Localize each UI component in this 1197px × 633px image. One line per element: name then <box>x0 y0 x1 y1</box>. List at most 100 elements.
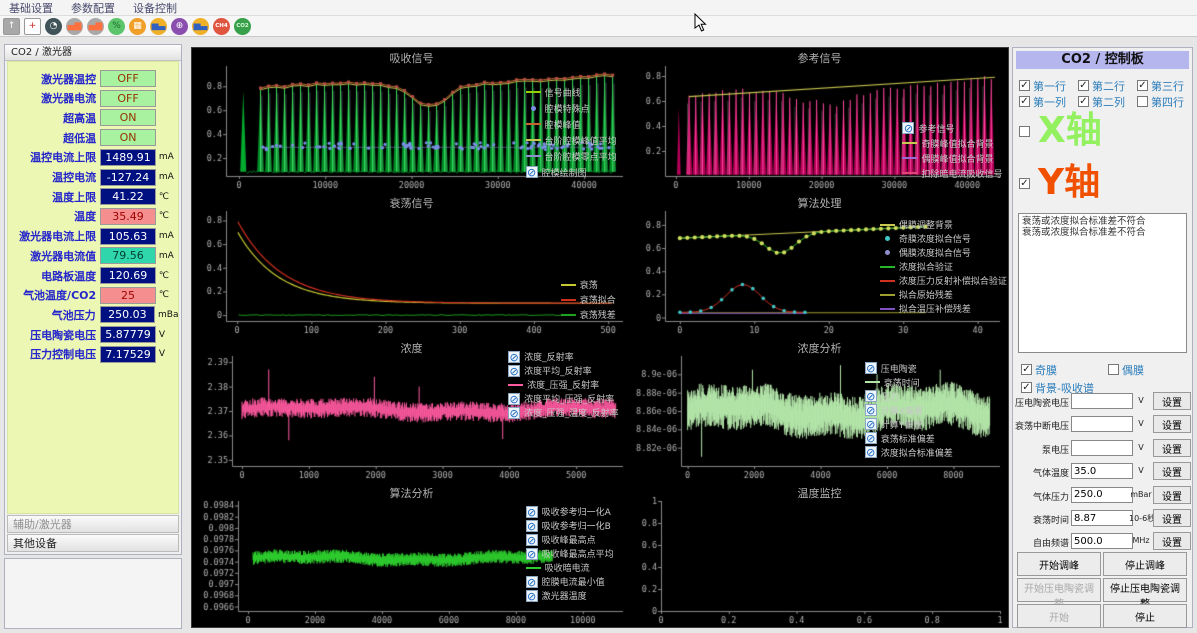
legend-item-conc-analysis-2[interactable]: ⊘压力 <box>865 389 953 403</box>
checkbox-5[interactable] <box>1137 96 1148 107</box>
legend-item-conc-analysis-0[interactable]: ⊘压电陶瓷 <box>865 361 953 375</box>
legend-checkbox-icon[interactable]: ⊘ <box>526 576 538 588</box>
accordion-0[interactable]: 辅助/激光器 <box>7 515 179 533</box>
legend-item-conc-analysis-5[interactable]: ⊘衰荡标准偏差 <box>865 431 953 445</box>
legend-item-algo-analysis-3[interactable]: ⊘吸收峰最高点平均 <box>526 547 614 561</box>
gauge-icon[interactable]: ◔ <box>45 18 62 35</box>
legend-item-algo-process-0[interactable]: 偶膜调整背景 <box>880 218 1007 232</box>
legend-checkbox-icon[interactable]: ⊘ <box>526 590 538 602</box>
legend-checkbox-icon[interactable]: ⊘ <box>526 548 538 560</box>
setting-input-3[interactable] <box>1071 463 1133 479</box>
legend-item-conc-analysis-1[interactable]: 衰荡时间 <box>865 375 953 389</box>
legend-item-concentration-4[interactable]: ⊘浓度_压强_温度_反射率 <box>508 406 619 420</box>
setting-set-button-1[interactable]: 设置 <box>1153 415 1191 433</box>
legend-item-ringdown-2[interactable]: 衰荡残差 <box>561 307 616 322</box>
legend-item-concentration-0[interactable]: ⊘浓度_反射率 <box>508 350 619 364</box>
setting-set-button-0[interactable]: 设置 <box>1153 392 1191 410</box>
legend-checkbox-icon[interactable]: ⊘ <box>526 506 538 518</box>
menu-item-param-config[interactable]: 参数配置 <box>62 0 124 16</box>
legend-item-algo-process-6[interactable]: 拟合温压补偿残差 <box>880 302 1007 316</box>
legend-item-absorption-4[interactable]: 台阶腔模零点平均 <box>526 148 617 164</box>
setting-input-5[interactable] <box>1071 510 1133 526</box>
legend-item-absorption-3[interactable]: 台阶腔模峰值平均 <box>526 132 617 148</box>
cursor-line-icon[interactable]: + <box>24 18 41 35</box>
setting-input-1[interactable] <box>1071 416 1133 432</box>
legend-item-conc-analysis-6[interactable]: ⊘浓度拟合标准偏差 <box>865 445 953 459</box>
action-button-3[interactable]: 停止压电陶瓷调整 <box>1103 578 1187 602</box>
up-arrow-icon[interactable]: ↑ <box>3 18 20 35</box>
legend-checkbox-icon[interactable]: ⊘ <box>865 390 877 402</box>
legend-checkbox-icon[interactable]: ⊘ <box>865 432 877 444</box>
legend-checkbox-icon[interactable]: ⊘ <box>508 351 520 363</box>
legend-item-algo-analysis-0[interactable]: ⊘吸收参考归一化A <box>526 505 614 519</box>
legend-item-ringdown-0[interactable]: 衰荡 <box>561 277 616 292</box>
histogram-icon[interactable]: ▅▃ <box>150 18 167 35</box>
legend-checkbox-icon[interactable]: ⊘ <box>508 407 520 419</box>
legend-item-concentration-1[interactable]: ⊘浓度平均_反射率 <box>508 364 619 378</box>
histogram2-icon[interactable]: ▅▃ <box>192 18 209 35</box>
checkbox-0[interactable]: ✓ <box>1019 80 1030 91</box>
legend-checkbox-icon[interactable]: ⊘ <box>865 404 877 416</box>
status-log-box[interactable]: 衰荡或浓度拟合标准差不符合衰荡或浓度拟合标准差不符合 <box>1018 213 1187 353</box>
setting-input-4[interactable] <box>1071 487 1133 503</box>
legend-item-reference-0[interactable]: ⊘参考信号 <box>902 121 1002 136</box>
menu-item-device-control[interactable]: 设备控制 <box>124 0 186 16</box>
setting-set-button-6[interactable]: 设置 <box>1153 532 1191 550</box>
setting-input-0[interactable] <box>1071 393 1133 409</box>
legend-item-reference-1[interactable]: 奇膜峰值拟合背景 <box>902 136 1002 151</box>
legend-item-concentration-2[interactable]: 浓度_压强_反射率 <box>508 378 619 392</box>
legend-item-algo-process-1[interactable]: 奇膜浓度拟合信号 <box>880 232 1007 246</box>
setting-set-button-5[interactable]: 设置 <box>1153 509 1191 527</box>
setting-input-2[interactable] <box>1071 440 1133 456</box>
legend-item-algo-process-4[interactable]: 浓度压力反射补偿拟合验证 <box>880 274 1007 288</box>
legend-item-absorption-2[interactable]: 腔模峰值 <box>526 116 617 132</box>
legend-item-algo-analysis-4[interactable]: 吸收暗电流 <box>526 561 614 575</box>
setting-input-6[interactable] <box>1071 533 1133 549</box>
legend-item-ringdown-1[interactable]: 衰荡拟合 <box>561 292 616 307</box>
legend-item-algo-analysis-1[interactable]: ⊘吸收参考归一化B <box>526 519 614 533</box>
legend-checkbox-icon[interactable]: ⊘ <box>865 418 877 430</box>
checkbox-1[interactable]: ✓ <box>1078 80 1089 91</box>
legend-item-absorption-0[interactable]: 信号曲线 <box>526 84 617 100</box>
legend-item-algo-analysis-6[interactable]: ⊘激光器温度 <box>526 589 614 603</box>
legend-item-conc-analysis-3[interactable]: ⊘计算X偏置 <box>865 403 953 417</box>
setting-set-button-2[interactable]: 设置 <box>1153 439 1191 457</box>
y-axis-checkbox[interactable]: ✓ <box>1019 178 1030 189</box>
action-button-1[interactable]: 停止调峰 <box>1103 552 1187 576</box>
setting-set-button-3[interactable]: 设置 <box>1153 462 1191 480</box>
action-button-5[interactable]: 停止 <box>1103 604 1187 628</box>
legend-item-algo-process-5[interactable]: 拟合原始残差 <box>880 288 1007 302</box>
legend-item-reference-3[interactable]: 扣除暗电流吸收信号 <box>902 166 1002 181</box>
legend-item-conc-analysis-4[interactable]: ⊘计算Y偏置 <box>865 417 953 431</box>
legend-checkbox-icon[interactable]: ⊘ <box>526 534 538 546</box>
legend-checkbox-icon[interactable]: ⊘ <box>865 446 877 458</box>
legend-checkbox-icon[interactable]: ⊘ <box>902 122 914 134</box>
legend-item-algo-process-2[interactable]: 偶膜浓度拟合信号 <box>880 246 1007 260</box>
x-axis-checkbox[interactable] <box>1019 126 1030 137</box>
legend-checkbox-icon[interactable]: ⊘ <box>865 362 877 374</box>
lock-icon[interactable]: ⊕ <box>171 18 188 35</box>
bar-chart-icon[interactable]: ▄▆ <box>66 18 83 35</box>
legend-item-absorption-5[interactable]: ⊘腔模绘制图 <box>526 164 617 180</box>
ch4-icon[interactable]: CH4 <box>213 18 230 35</box>
legend-item-algo-process-3[interactable]: 浓度拟合验证 <box>880 260 1007 274</box>
mode-checkbox-0[interactable]: ✓ <box>1021 364 1032 375</box>
action-button-4[interactable]: 开始 <box>1017 604 1101 628</box>
legend-item-reference-2[interactable]: 偶膜峰值拟合背景 <box>902 151 1002 166</box>
percent-icon[interactable]: % <box>108 18 125 35</box>
legend-item-algo-analysis-5[interactable]: ⊘腔膜电流最小值 <box>526 575 614 589</box>
mode-checkbox-2[interactable]: ✓ <box>1021 382 1032 393</box>
action-button-2[interactable]: 开始压电陶瓷调整 <box>1017 578 1101 602</box>
action-button-0[interactable]: 开始调峰 <box>1017 552 1101 576</box>
mode-checkbox-1[interactable] <box>1108 364 1119 375</box>
legend-checkbox-icon[interactable]: ⊘ <box>526 166 538 178</box>
legend-item-absorption-1[interactable]: 腔模特殊点 <box>526 100 617 116</box>
checkbox-2[interactable]: ✓ <box>1137 80 1148 91</box>
accordion-1[interactable]: 其他设备 <box>7 534 179 552</box>
table-icon[interactable]: ▦ <box>129 18 146 35</box>
legend-checkbox-icon[interactable]: ⊘ <box>526 520 538 532</box>
legend-checkbox-icon[interactable]: ⊘ <box>508 393 520 405</box>
legend-checkbox-icon[interactable]: ⊘ <box>508 365 520 377</box>
legend-item-algo-analysis-2[interactable]: ⊘吸收峰最高点 <box>526 533 614 547</box>
co2-icon[interactable]: CO2 <box>234 18 251 35</box>
